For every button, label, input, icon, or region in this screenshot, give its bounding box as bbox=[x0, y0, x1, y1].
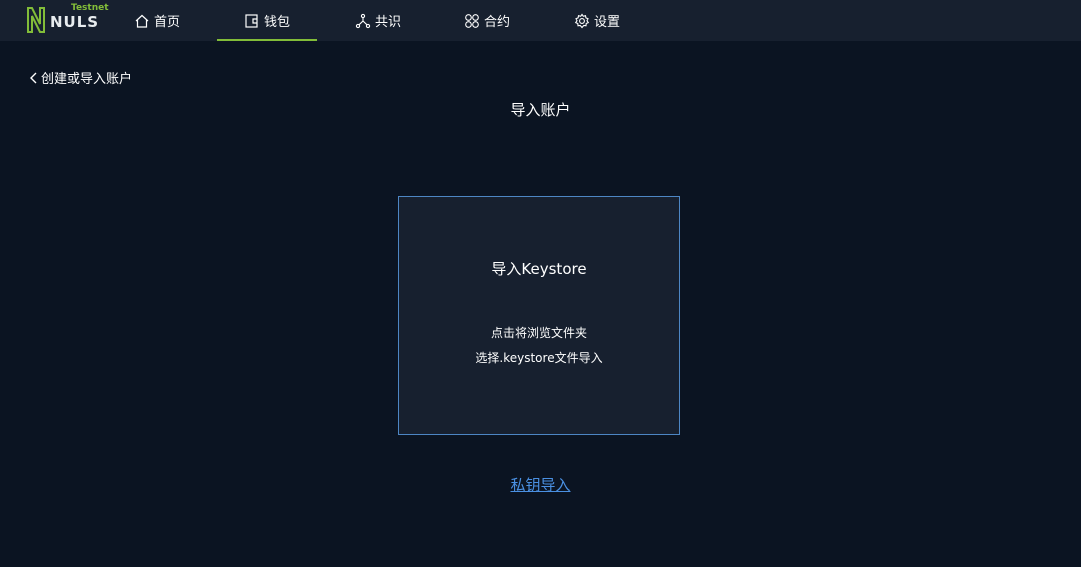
nav-item-settings[interactable]: 设置 bbox=[566, 0, 628, 41]
contract-icon bbox=[464, 13, 480, 29]
nav-label-wallet: 钱包 bbox=[263, 15, 290, 30]
nav-item-wallet[interactable]: 钱包 bbox=[217, 0, 317, 41]
import-keystore-card[interactable]: 导入Keystore 点击将浏览文件夹 选择.keystore文件导入 bbox=[398, 196, 680, 435]
back-link-label: 创建或导入账户 bbox=[41, 72, 133, 87]
nav-label-home: 首页 bbox=[153, 15, 180, 30]
nuls-logo[interactable]: NULS Testnet bbox=[26, 3, 109, 36]
keystore-card-title: 导入Keystore bbox=[491, 260, 587, 278]
consensus-icon bbox=[355, 13, 371, 29]
keystore-card-hint-2: 选择.keystore文件导入 bbox=[475, 351, 603, 365]
gear-icon bbox=[574, 13, 590, 29]
back-link[interactable]: 创建或导入账户 bbox=[29, 68, 132, 87]
nuls-logo-icon bbox=[27, 7, 45, 33]
nav-item-home[interactable]: 首页 bbox=[126, 0, 188, 41]
home-icon bbox=[134, 13, 150, 29]
nav-item-consensus[interactable]: 共识 bbox=[347, 0, 409, 41]
top-nav-bar: NULS Testnet 首页 钱包 共识 合约 设置 bbox=[0, 0, 1081, 41]
page-title: 导入账户 bbox=[510, 101, 571, 119]
testnet-badge: Testnet bbox=[71, 3, 109, 13]
nav-item-contract[interactable]: 合约 bbox=[456, 0, 518, 41]
nav-label-consensus: 共识 bbox=[374, 15, 401, 30]
wallet-icon bbox=[244, 13, 260, 29]
brand-name: NULS bbox=[50, 13, 100, 31]
nav-label-settings: 设置 bbox=[593, 15, 620, 30]
nav-label-contract: 合约 bbox=[483, 15, 510, 30]
private-key-import-link[interactable]: 私钥导入 bbox=[0, 474, 1081, 495]
keystore-card-hint-1: 点击将浏览文件夹 bbox=[490, 326, 587, 340]
chevron-left-icon bbox=[29, 72, 39, 84]
